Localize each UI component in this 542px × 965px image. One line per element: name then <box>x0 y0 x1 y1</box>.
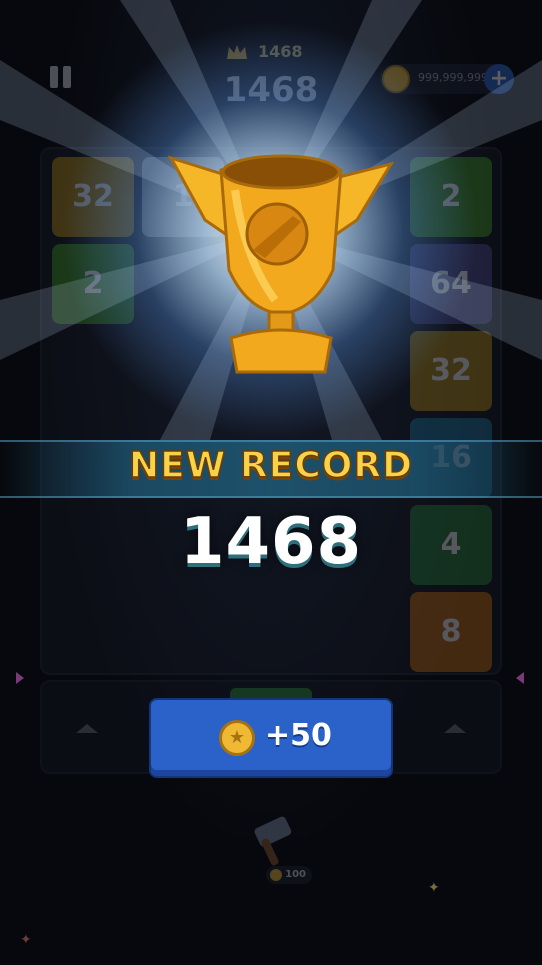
side-marker <box>16 672 24 684</box>
hammer-powerup[interactable]: 100 <box>244 814 312 884</box>
powerup-cost-value: 100 <box>285 869 306 880</box>
arrow-up-icon[interactable] <box>444 724 466 733</box>
record-score: 1468 <box>179 505 363 579</box>
game-screen: 1468 1468 999,999,999 + 32 1 2 2 64 32 1… <box>0 0 542 965</box>
hammer-icon <box>254 816 292 866</box>
coin-icon <box>270 869 282 881</box>
new-record-title: NEW RECORD <box>128 444 413 487</box>
coin-icon <box>219 720 255 756</box>
trophy-icon <box>167 154 395 374</box>
reward-label: +50 <box>265 718 332 753</box>
sparkle-icon: ✦ <box>20 932 32 948</box>
side-marker <box>516 672 524 684</box>
sparkle-icon: ✦ <box>428 880 440 896</box>
tile: 8 <box>410 592 492 672</box>
powerup-cost: 100 <box>266 866 312 884</box>
claim-reward-button[interactable]: +50 <box>151 700 391 776</box>
arrow-up-icon[interactable] <box>76 724 98 733</box>
